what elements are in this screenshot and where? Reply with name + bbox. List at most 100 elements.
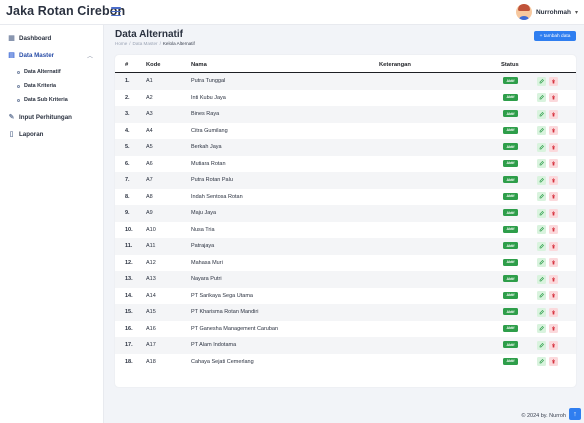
status-badge: Aktif (503, 159, 518, 167)
sidebar-subitem-data-kriteria[interactable]: Data Kriteria (17, 81, 56, 91)
edit-button[interactable] (537, 258, 546, 267)
edit-button[interactable] (537, 357, 546, 366)
trash-icon (552, 310, 555, 314)
cell-nama: Maju Jaya (191, 210, 217, 216)
edit-button[interactable] (537, 340, 546, 350)
cell-kode: A13 (146, 276, 156, 282)
sidebar-item-dashboard[interactable]: ▦ Dashboard (8, 32, 51, 44)
trash-icon (552, 326, 555, 331)
delete-button[interactable] (549, 109, 558, 119)
cell-kode: A4 (146, 127, 153, 134)
cell-nama: Berkah Jaya (191, 144, 222, 150)
column-header-nama: Nama (191, 62, 207, 68)
user-menu[interactable]: Nurrohmah ▾ (515, 3, 578, 21)
sidebar-item-data-master[interactable]: ▤ Data Master (8, 49, 54, 61)
sidebar-subitem-label: Data Kriteria (24, 83, 57, 89)
table-row: 13. A13 Nayara Putri Aktif (115, 271, 576, 288)
table-row: 4. A4 Citra Gumilang Aktif (115, 123, 576, 140)
breadcrumb-separator: / (159, 41, 161, 46)
cell-no: 13. (125, 276, 133, 282)
cell-no: 12. (125, 259, 133, 266)
cell-nama: Inti Kubu Jaya (191, 94, 226, 101)
trash-icon (552, 79, 555, 83)
breadcrumb-data-master[interactable]: Data Master (133, 41, 158, 46)
cell-nama: Nusa Tria (191, 226, 215, 233)
sidebar-item-input-perhitungan[interactable]: ✎ Input Perhitungan (8, 111, 72, 123)
menu-icon[interactable] (111, 7, 121, 17)
edit-button[interactable] (537, 225, 546, 234)
pencil-icon (539, 260, 544, 265)
status-badge: Aktif (503, 291, 518, 299)
edit-button[interactable] (537, 109, 546, 119)
delete-button[interactable] (549, 307, 558, 317)
pencil-icon (539, 243, 544, 248)
delete-button[interactable] (549, 76, 558, 86)
status-badge: Aktif (503, 258, 518, 266)
cell-kode: A17 (146, 342, 156, 348)
edit-button[interactable] (537, 192, 546, 201)
delete-button[interactable] (549, 324, 558, 333)
delete-button[interactable] (549, 291, 558, 300)
table-row: 3. A3 Bines Raya Aktif (115, 106, 576, 123)
edit-button[interactable] (537, 159, 546, 168)
edit-button[interactable] (537, 291, 546, 300)
table-row: 17. A17 PT Alam Indotama Aktif (115, 337, 576, 354)
cell-no: 2. (125, 94, 130, 101)
column-header-kode: Kode (146, 62, 161, 68)
delete-button[interactable] (549, 208, 558, 218)
cell-kode: A5 (146, 144, 153, 150)
chevron-down-icon: ▾ (574, 9, 578, 16)
status-badge: Aktif (503, 93, 518, 101)
table-row: 2. A2 Inti Kubu Jaya Aktif (115, 90, 576, 107)
sidebar-subitem-data-alternatif[interactable]: Data Alternatif (17, 67, 61, 77)
delete-button[interactable] (549, 175, 558, 185)
cell-no: 14. (125, 292, 133, 299)
sidebar-subitem-label: Data Sub Kriteria (24, 97, 68, 103)
delete-button[interactable] (549, 192, 558, 201)
app-brand[interactable]: Jaka Rotan Cirebon (6, 4, 125, 18)
edit-button[interactable] (537, 126, 546, 135)
delete-button[interactable] (549, 241, 558, 251)
edit-button[interactable] (537, 208, 546, 218)
delete-button[interactable] (549, 159, 558, 168)
table-row: 7. A7 Putra Rotan Palu Aktif (115, 172, 576, 189)
edit-button[interactable] (537, 241, 546, 251)
cell-no: 7. (125, 177, 130, 183)
pencil-icon (539, 128, 544, 133)
edit-button[interactable] (537, 274, 546, 284)
trash-icon (552, 260, 555, 265)
chevron-up-icon[interactable]: ︿ (87, 51, 93, 60)
table-row: 18. A18 Cahaya Sejati Cemerlang Aktif (115, 354, 576, 371)
status-badge: Aktif (503, 242, 518, 249)
delete-button[interactable] (549, 258, 558, 267)
delete-button[interactable] (549, 225, 558, 234)
delete-button[interactable] (549, 340, 558, 350)
edit-button[interactable] (537, 324, 546, 333)
edit-button[interactable] (537, 307, 546, 317)
trash-icon (552, 128, 555, 133)
edit-button[interactable] (537, 142, 546, 152)
delete-button[interactable] (549, 357, 558, 366)
add-data-button[interactable]: + tambah data (534, 31, 576, 41)
delete-button[interactable] (549, 142, 558, 152)
status-badge: Aktif (503, 77, 518, 84)
column-header-status: Status (501, 62, 519, 68)
edit-button[interactable] (537, 93, 546, 102)
delete-button[interactable] (549, 93, 558, 102)
sidebar-subitem-data-sub-kriteria[interactable]: Data Sub Kriteria (17, 95, 68, 105)
top-header: Jaka Rotan Cirebon Nurrohmah ▾ (0, 0, 584, 25)
cell-nama: PT Ganesha Management Caruban (191, 325, 279, 332)
cell-no: 4. (125, 127, 130, 134)
edit-button[interactable] (537, 175, 546, 185)
arrow-up-icon[interactable]: ↑ (569, 408, 581, 420)
sidebar-item-laporan[interactable]: ▯ Laporan (8, 128, 44, 140)
edit-button[interactable] (537, 76, 546, 86)
data-table-card: # Kode Nama Keterangan Status 1. A1 Putra … (115, 55, 576, 387)
trash-icon (552, 145, 555, 149)
trash-icon (552, 95, 555, 100)
delete-button[interactable] (549, 274, 558, 284)
breadcrumb-home[interactable]: Home (115, 41, 127, 46)
delete-button[interactable] (549, 126, 558, 135)
status-badge: Aktif (503, 357, 518, 365)
trash-icon (552, 343, 555, 347)
